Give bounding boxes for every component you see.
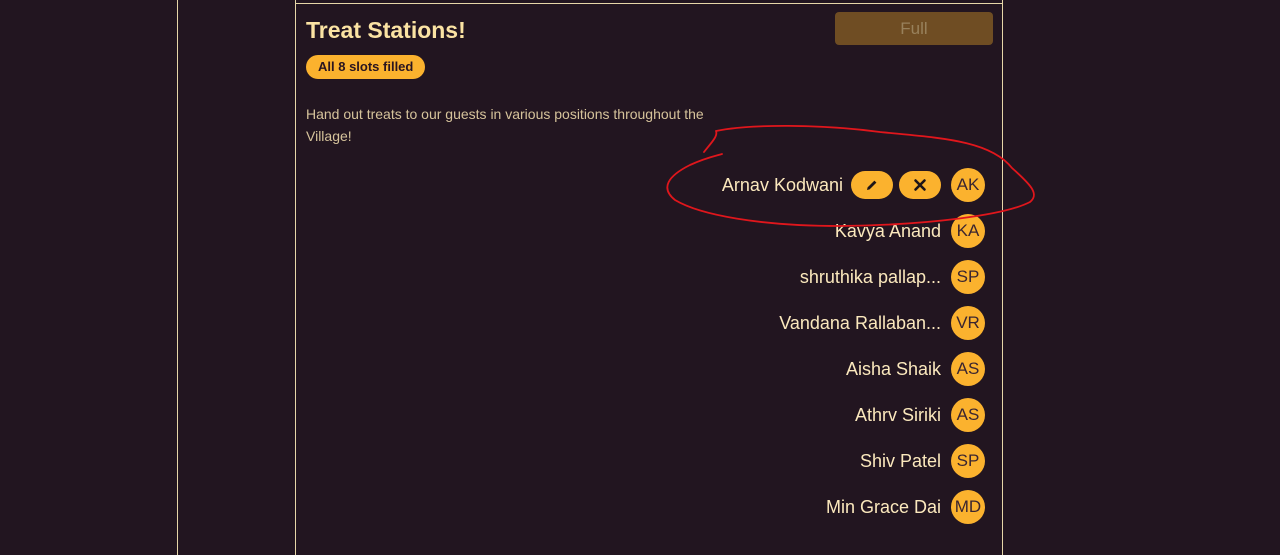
avatar: VR <box>951 306 985 340</box>
avatar: AS <box>951 398 985 432</box>
avatar: KA <box>951 214 985 248</box>
attendee-name: Kavya Anand <box>834 220 941 241</box>
attendee-name: Arnav Kodwani <box>721 174 843 195</box>
close-icon <box>914 179 926 191</box>
attendee-row: Shiv Patel SP <box>860 443 985 479</box>
avatar: AK <box>951 168 985 202</box>
slots-filled-badge: All 8 slots filled <box>306 55 426 79</box>
attendee-name: Aisha Shaik <box>845 358 941 379</box>
avatar: MD <box>951 490 985 524</box>
remove-signup-button[interactable] <box>899 171 941 199</box>
attendee-row: shruthika pallap... SP <box>800 259 985 295</box>
attendee-name: Shiv Patel <box>859 450 941 471</box>
attendee-row: Athrv Siriki AS <box>855 397 985 433</box>
attendee-row: Arnav Kodwani AK <box>722 167 985 203</box>
attendee-row: Min Grace Dai MD <box>826 489 985 525</box>
attendee-name: shruthika pallap... <box>799 266 941 287</box>
slot-description: Hand out treats to our guests in various… <box>306 106 704 144</box>
avatar: AS <box>951 352 985 386</box>
signup-slot-card: Treat Stations! Full All 8 slots filled … <box>295 0 1003 555</box>
attendee-name: Vandana Rallaban... <box>779 312 941 333</box>
attendee-name: Athrv Siriki <box>854 404 941 425</box>
attendee-row: Vandana Rallaban... VR <box>779 305 985 341</box>
attendee-name: Min Grace Dai <box>825 496 941 517</box>
page: Treat Stations! Full All 8 slots filled … <box>0 0 1280 555</box>
card-divider <box>296 3 1002 4</box>
avatar: SP <box>951 260 985 294</box>
slot-title: Treat Stations! <box>306 17 466 43</box>
attendee-row: Aisha Shaik AS <box>846 351 985 387</box>
edit-signup-button[interactable] <box>851 171 893 199</box>
pencil-icon <box>867 180 877 190</box>
attendee-row: Kavya Anand KA <box>835 213 985 249</box>
avatar: SP <box>951 444 985 478</box>
full-status-button[interactable]: Full <box>835 12 993 45</box>
